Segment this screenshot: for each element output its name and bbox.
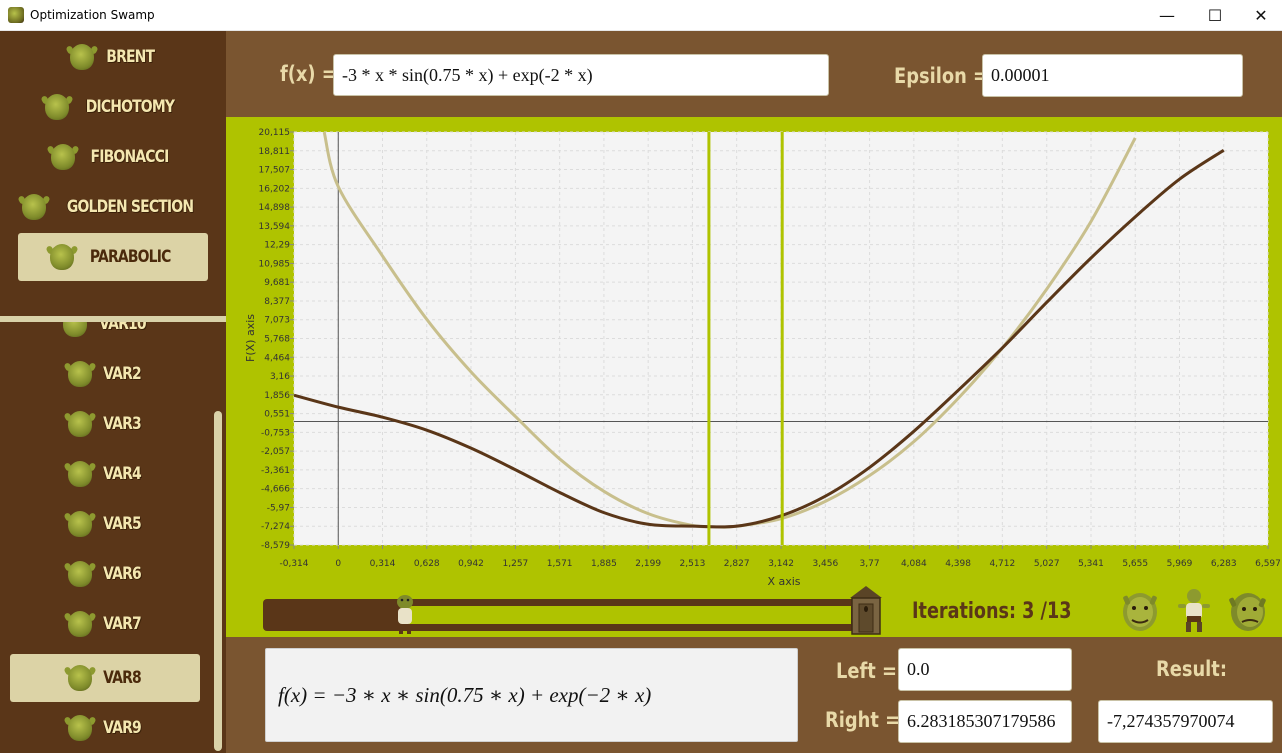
shrek-icon <box>63 507 97 541</box>
method-label: DICHOTOMY <box>85 97 175 117</box>
variant-label: VAR6 <box>103 564 142 584</box>
shrek-icon <box>63 357 97 391</box>
variant-list[interactable]: VAR10 VAR2 VAR3 VAR4 VAR5 VAR6 VAR7 VAR8… <box>0 322 226 753</box>
shrek-icon <box>63 607 97 641</box>
variant-item-var2[interactable]: VAR2 <box>10 350 200 398</box>
variant-item-var3[interactable]: VAR3 <box>10 400 200 448</box>
variant-label: VAR5 <box>103 514 142 534</box>
method-label: GOLDEN SECTION <box>66 197 194 217</box>
method-list: BRENT DICHOTOMY FIBONACCI GOLDEN SECTION… <box>0 31 226 314</box>
formula-preview: f(x) = −3 ∗ x ∗ sin(0.75 ∗ x) + exp(−2 ∗… <box>265 648 798 742</box>
iteration-slider-groove <box>405 602 855 628</box>
variant-label: VAR4 <box>103 464 142 484</box>
previous-iteration-button[interactable] <box>1118 586 1162 634</box>
variant-label: VAR10 <box>98 322 146 334</box>
shrek-icon <box>63 457 97 491</box>
method-label: BRENT <box>106 47 155 67</box>
method-label: FIBONACCI <box>91 147 170 167</box>
shrek-icon <box>46 140 81 174</box>
variant-label: VAR9 <box>103 718 142 738</box>
method-label: PARABOLIC <box>89 247 171 267</box>
result-output: -7,274357970074 <box>1098 700 1273 743</box>
variant-item-var6[interactable]: VAR6 <box>10 550 200 598</box>
shrek-icon <box>17 190 51 224</box>
shrek-icon <box>60 322 90 341</box>
shrek-icon <box>63 557 97 591</box>
shrek-icon <box>63 711 97 745</box>
maximize-button[interactable]: ☐ <box>1192 0 1238 31</box>
shrek-icon <box>63 661 97 695</box>
iterations-counter: Iterations: 3 /13 <box>912 599 1072 624</box>
chart-panel <box>226 117 1282 637</box>
right-bound-input[interactable]: 6.283185307179586 <box>898 700 1072 743</box>
function-input[interactable]: -3 * x * sin(0.75 * x) + exp(-2 * x) <box>333 54 829 96</box>
variant-item-var8[interactable]: VAR8 <box>10 654 200 702</box>
epsilon-label: Epsilon = <box>894 64 988 88</box>
result-label: Result: <box>1156 657 1227 681</box>
outhouse-icon <box>850 586 882 635</box>
variant-label: VAR3 <box>103 414 142 434</box>
method-item-golden-section[interactable]: GOLDEN SECTION <box>17 183 208 231</box>
right-label: Right = <box>825 708 901 732</box>
close-button[interactable]: ✕ <box>1238 0 1282 31</box>
app-icon <box>8 7 24 23</box>
variant-item-var7[interactable]: VAR7 <box>10 600 200 648</box>
shrek-icon <box>63 407 97 441</box>
left-bound-input[interactable]: 0.0 <box>898 648 1072 691</box>
variant-scrollbar[interactable] <box>214 411 222 751</box>
variant-item-var9[interactable]: VAR9 <box>10 704 200 752</box>
method-item-dichotomy[interactable]: DICHOTOMY <box>18 83 208 131</box>
shrek-icon <box>45 240 79 274</box>
variant-label: VAR2 <box>103 364 142 384</box>
window-title: Optimization Swamp <box>30 8 155 22</box>
shrek-icon <box>40 90 74 124</box>
title-bar: Optimization Swamp — ☐ ✕ <box>0 0 1282 31</box>
epsilon-input[interactable]: 0.00001 <box>982 54 1243 97</box>
function-label: f(x) = <box>280 62 337 86</box>
sidebar: BRENT DICHOTOMY FIBONACCI GOLDEN SECTION… <box>0 31 226 753</box>
variant-item-var5[interactable]: VAR5 <box>10 500 200 548</box>
next-iteration-button[interactable] <box>1226 586 1270 634</box>
variant-label: VAR8 <box>103 668 142 688</box>
play-iterations-button[interactable] <box>1172 586 1216 634</box>
method-item-brent[interactable]: BRENT <box>18 33 208 81</box>
method-item-parabolic[interactable]: PARABOLIC <box>18 233 208 281</box>
variant-item-var10[interactable]: VAR10 <box>10 322 200 348</box>
variant-label: VAR7 <box>103 614 142 634</box>
left-label: Left = <box>836 659 897 683</box>
variant-item-var4[interactable]: VAR4 <box>10 450 200 498</box>
donkey-slider-thumb-icon[interactable] <box>390 590 420 636</box>
method-item-fibonacci[interactable]: FIBONACCI <box>18 133 208 181</box>
shrek-icon <box>65 40 99 74</box>
minimize-button[interactable]: — <box>1144 0 1190 31</box>
